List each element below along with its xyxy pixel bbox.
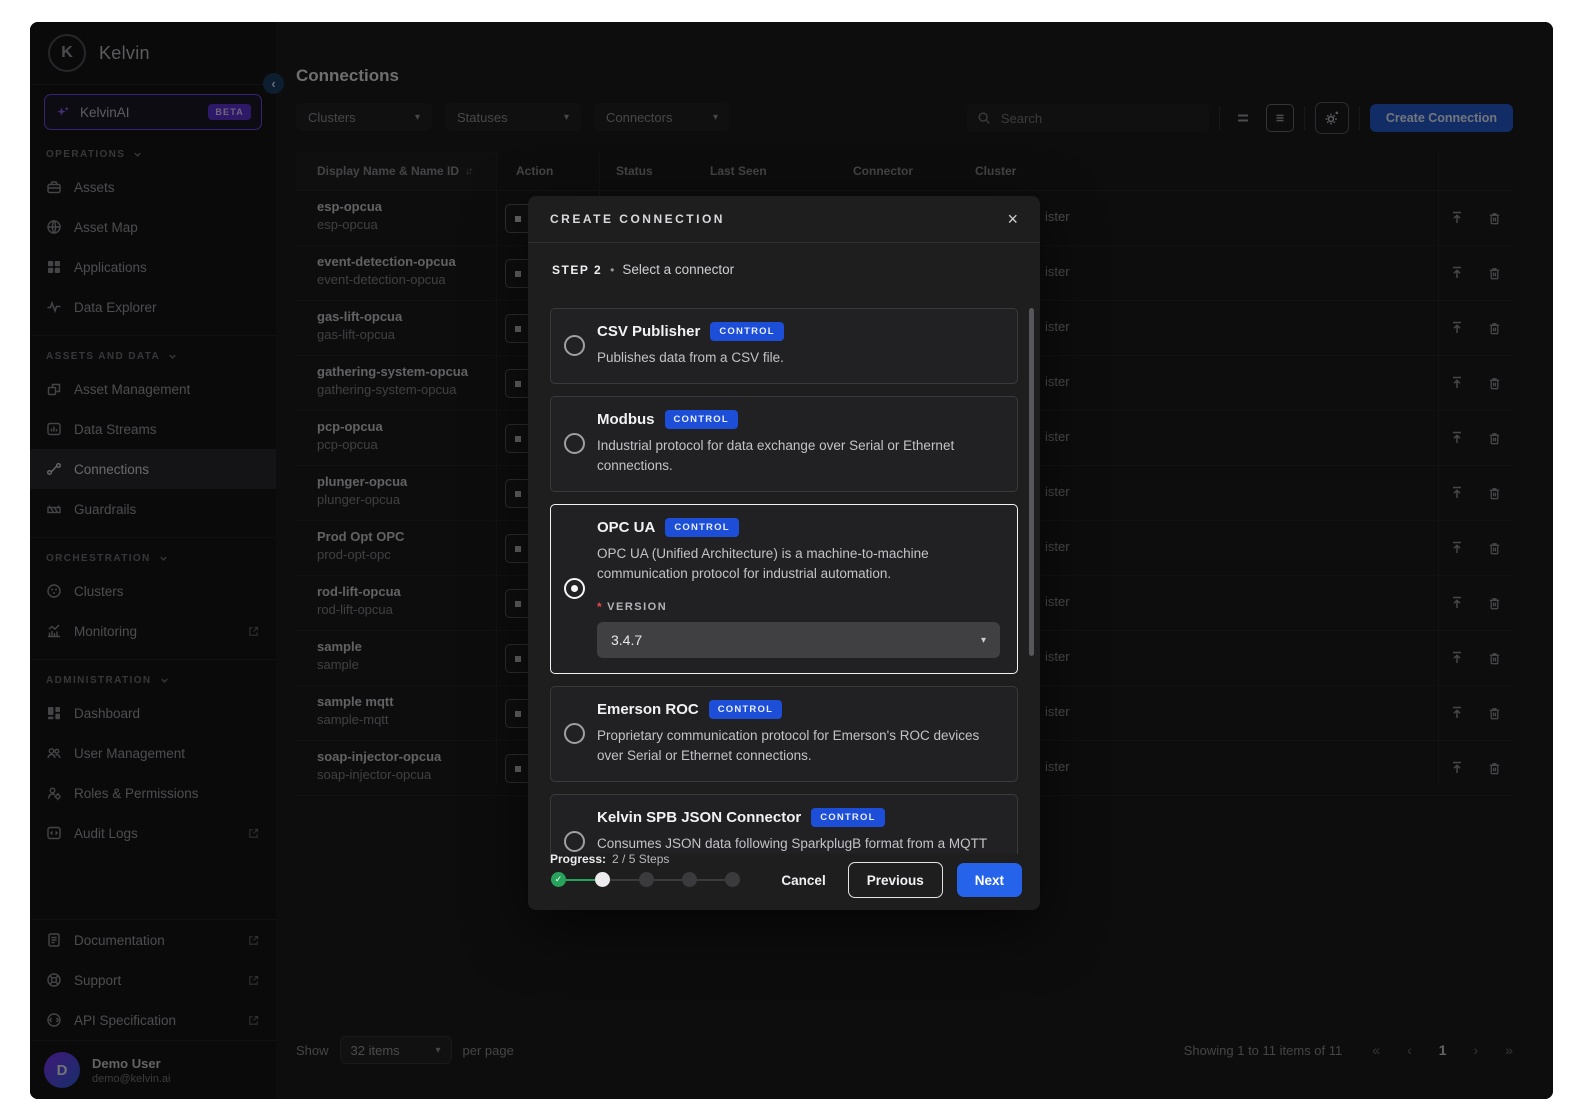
progress-label: Progress: [550, 852, 606, 866]
step-2-dot-current [595, 872, 610, 887]
caret-down-icon: ▾ [981, 635, 986, 646]
step-indicator: STEP 2 • Select a connector [552, 262, 734, 277]
connector-option-csv-publisher[interactable]: CSV Publisher CONTROL Publishes data fro… [550, 308, 1018, 384]
control-badge: CONTROL [665, 518, 738, 537]
stepper-line [610, 879, 639, 881]
version-value: 3.4.7 [611, 632, 642, 648]
stepper-line [697, 879, 725, 881]
connector-name: Kelvin SPB JSON Connector [597, 809, 801, 826]
stepper-line [566, 879, 595, 881]
connector-description: Proprietary communication protocol for E… [597, 726, 1000, 766]
check-icon: ✓ [555, 874, 563, 885]
progress-value: 2 / 5 Steps [612, 852, 669, 866]
connector-options-list: CSV Publisher CONTROL Publishes data fro… [550, 296, 1018, 854]
connector-description: OPC UA (Unified Architecture) is a machi… [597, 544, 1000, 584]
step-label: STEP 2 [552, 263, 602, 277]
radio-checked[interactable] [564, 578, 585, 599]
step-3-dot [639, 872, 654, 887]
step-description: Select a connector [622, 262, 734, 277]
connector-name: OPC UA [597, 519, 655, 536]
close-icon[interactable]: × [1007, 210, 1018, 228]
scrollbar-thumb[interactable] [1029, 308, 1034, 656]
control-badge: CONTROL [709, 700, 782, 719]
bullet-icon: • [610, 263, 614, 277]
modal-header: CREATE CONNECTION × [528, 196, 1040, 243]
radio-unchecked[interactable] [564, 335, 585, 356]
connector-option-modbus[interactable]: Modbus CONTROL Industrial protocol for d… [550, 396, 1018, 492]
connector-name: CSV Publisher [597, 323, 700, 340]
connector-option-opc-ua[interactable]: OPC UA CONTROL OPC UA (Unified Architect… [550, 504, 1018, 674]
step-4-dot [682, 872, 697, 887]
radio-unchecked[interactable] [564, 433, 585, 454]
control-badge: CONTROL [811, 808, 884, 827]
stepper-line [654, 879, 682, 881]
connector-name: Modbus [597, 411, 655, 428]
connector-name: Emerson ROC [597, 701, 699, 718]
connector-description: Industrial protocol for data exchange ov… [597, 436, 1000, 476]
control-badge: CONTROL [665, 410, 738, 429]
step-1-dot-complete: ✓ [551, 872, 566, 887]
previous-button[interactable]: Previous [848, 862, 943, 898]
page: K Kelvin KelvinAI BETA OPERATIONS Assets [0, 0, 1584, 1120]
modal-footer: Progress: 2 / 5 Steps ✓ Cancel Previous … [528, 844, 1040, 910]
progress-stepper: ✓ [550, 871, 770, 889]
required-asterisk: * [597, 600, 603, 614]
step-5-dot [725, 872, 740, 887]
radio-unchecked[interactable] [564, 723, 585, 744]
modal-title: CREATE CONNECTION [550, 212, 725, 226]
next-button[interactable]: Next [957, 863, 1022, 897]
connector-description: Publishes data from a CSV file. [597, 348, 1000, 368]
version-select[interactable]: 3.4.7 ▾ [597, 622, 1000, 658]
create-connection-modal: CREATE CONNECTION × STEP 2 • Select a co… [528, 196, 1040, 910]
connector-option-emerson-roc[interactable]: Emerson ROC CONTROL Proprietary communic… [550, 686, 1018, 782]
version-field-label: * VERSION [597, 600, 1000, 614]
cancel-button[interactable]: Cancel [773, 873, 833, 888]
control-badge: CONTROL [710, 322, 783, 341]
